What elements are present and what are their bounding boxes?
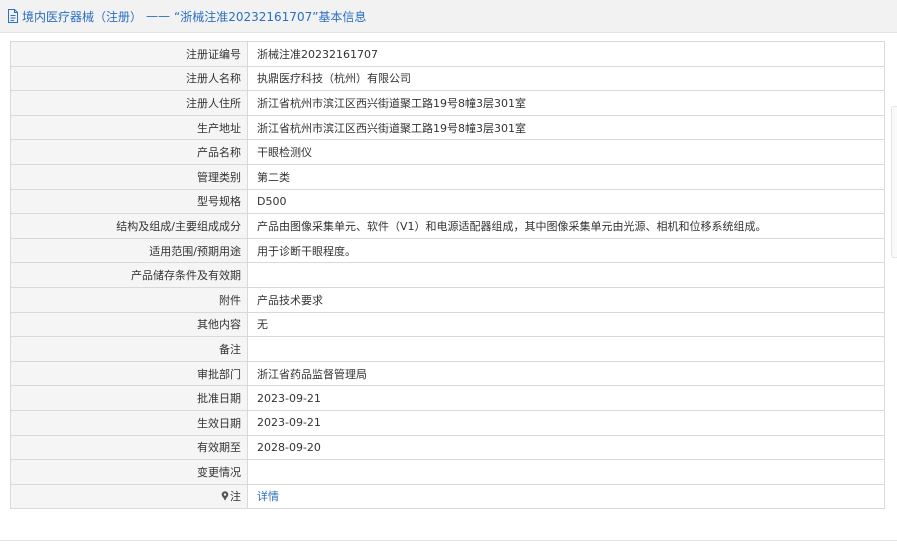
row-value: 用于诊断干眼程度。 — [247, 237, 885, 264]
row-label: 批准日期 — [10, 385, 248, 411]
table-row: 批准日期 2023-09-21 — [10, 385, 885, 411]
table-row: 附件 产品技术要求 — [10, 286, 885, 313]
table-row-note: 注 详情 — [10, 483, 885, 510]
row-label: 型号规格 — [10, 188, 248, 215]
row-value: 2028-09-20 — [247, 434, 885, 461]
table-row: 结构及组成/主要组成成分 产品由图像采集单元、软件（V1）和电源适配器组成，其中… — [10, 213, 885, 239]
row-value — [247, 262, 885, 288]
row-label: 产品储存条件及有效期 — [10, 262, 248, 288]
row-label: 变更情况 — [10, 459, 248, 485]
table-row: 备注 — [10, 336, 885, 362]
table-row: 产品储存条件及有效期 — [10, 262, 885, 288]
table-row: 有效期至 2028-09-20 — [10, 434, 885, 461]
table-row: 变更情况 — [10, 459, 885, 485]
row-label: 适用范围/预期用途 — [10, 237, 248, 264]
row-value: 干眼检测仪 — [247, 139, 885, 165]
row-label: 管理类别 — [10, 163, 248, 190]
header-category: 境内医疗器械（注册） — [22, 9, 143, 24]
row-value: 第二类 — [247, 163, 885, 190]
table-row: 注册人住所 浙江省杭州市滨江区西兴街道聚工路19号8幢3层301室 — [10, 90, 885, 116]
row-value: 浙江省药品监督管理局 — [247, 360, 885, 387]
page-header: 境内医疗器械（注册） —— “浙械注准20232161707”基本信息 — [0, 0, 897, 33]
details-link[interactable]: 详情 — [257, 490, 279, 503]
row-value: 产品技术要求 — [247, 286, 885, 313]
row-value: 浙江省杭州市滨江区西兴街道聚工路19号8幢3层301室 — [247, 90, 885, 116]
row-label: 有效期至 — [10, 434, 248, 461]
row-label: 生效日期 — [10, 409, 248, 436]
row-value — [247, 336, 885, 362]
row-value: 无 — [247, 311, 885, 338]
note-label-cell: 注 — [10, 483, 248, 510]
pin-icon — [221, 491, 229, 502]
info-table-body: 注册证编号 浙械注准20232161707 注册人名称 执鼎医疗科技（杭州）有限… — [10, 41, 885, 510]
row-label: 备注 — [10, 336, 248, 362]
bottom-divider — [0, 540, 897, 541]
row-label: 产品名称 — [10, 139, 248, 165]
table-row: 产品名称 干眼检测仪 — [10, 139, 885, 165]
row-label: 生产地址 — [10, 114, 248, 141]
row-label: 其他内容 — [10, 311, 248, 338]
table-row: 生效日期 2023-09-21 — [10, 409, 885, 436]
row-label: 注册人住所 — [10, 90, 248, 116]
table-row: 审批部门 浙江省药品监督管理局 — [10, 360, 885, 387]
row-label: 审批部门 — [10, 360, 248, 387]
row-value: 2023-09-21 — [247, 409, 885, 436]
row-label: 结构及组成/主要组成成分 — [10, 213, 248, 239]
side-scroll-handle[interactable] — [891, 106, 897, 258]
table-row: 生产地址 浙江省杭州市滨江区西兴街道聚工路19号8幢3层301室 — [10, 114, 885, 141]
header-separator: —— — [146, 9, 171, 23]
header-title: “浙械注准20232161707”基本信息 — [174, 9, 367, 24]
row-value: 产品由图像采集单元、软件（V1）和电源适配器组成，其中图像采集单元由光源、相机和… — [247, 213, 885, 239]
row-value: 执鼎医疗科技（杭州）有限公司 — [247, 65, 885, 92]
table-row: 管理类别 第二类 — [10, 163, 885, 190]
table-row: 型号规格 D500 — [10, 188, 885, 215]
row-value: 浙江省杭州市滨江区西兴街道聚工路19号8幢3层301室 — [247, 114, 885, 141]
row-value: 2023-09-21 — [247, 385, 885, 411]
info-table-container: 注册证编号 浙械注准20232161707 注册人名称 执鼎医疗科技（杭州）有限… — [10, 41, 885, 510]
info-table: 注册证编号 浙械注准20232161707 注册人名称 执鼎医疗科技（杭州）有限… — [10, 41, 885, 510]
table-row: 适用范围/预期用途 用于诊断干眼程度。 — [10, 237, 885, 264]
row-value — [247, 459, 885, 485]
note-value-cell: 详情 — [247, 483, 885, 510]
row-label: 注册人名称 — [10, 65, 248, 92]
table-row: 其他内容 无 — [10, 311, 885, 338]
row-value: D500 — [247, 188, 885, 215]
table-row: 注册证编号 浙械注准20232161707 — [10, 41, 885, 67]
row-label: 注册证编号 — [10, 41, 248, 67]
note-label: 注 — [230, 490, 241, 504]
table-row: 注册人名称 执鼎医疗科技（杭州）有限公司 — [10, 65, 885, 92]
row-label: 附件 — [10, 286, 248, 313]
document-icon — [8, 9, 18, 23]
row-value: 浙械注准20232161707 — [247, 41, 885, 67]
